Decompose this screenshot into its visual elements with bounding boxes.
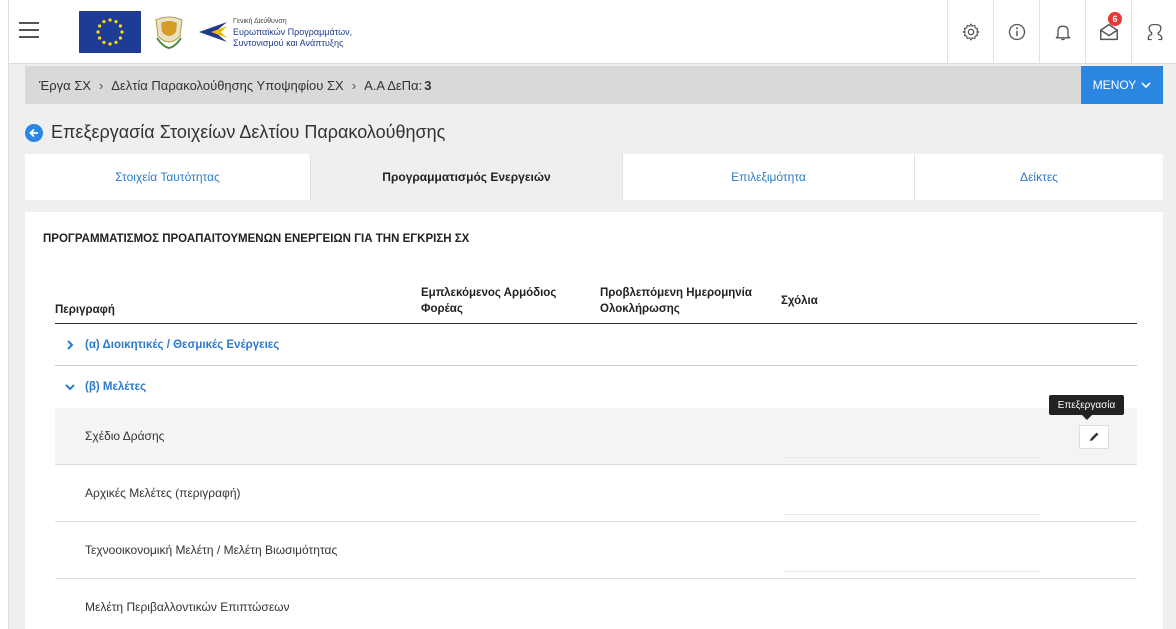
top-bar: Γενική Διεύθυνση Ευρωπαϊκών Προγραμμάτων… (9, 0, 1176, 64)
app-window: Γενική Διεύθυνση Ευρωπαϊκών Προγραμμάτων… (8, 0, 1176, 629)
comment-field[interactable] (783, 514, 1041, 515)
settings-button[interactable] (947, 0, 993, 64)
logo-line-1: Γενική Διεύθυνση (233, 17, 287, 25)
header-date-line1: Προβλεπόμενη Ημερομηνία (600, 287, 752, 299)
row-label: Τεχνοοικονομική Μελέτη / Μελέτη Βιωσιμότ… (85, 543, 338, 557)
row-label: Σχέδιο Δράσης (85, 429, 165, 443)
back-button[interactable] (25, 123, 43, 142)
page-title-text: Επεξεργασία Στοιχείων Δελτίου Παρακολούθ… (51, 122, 446, 142)
row-label: Αρχικές Μελέτες (περιγραφή) (85, 486, 241, 500)
group-row-studies[interactable]: (β) Μελέτες (55, 366, 1137, 408)
row-label: Μελέτη Περιβαλλοντικών Επιπτώσεων (85, 600, 290, 614)
comment-field[interactable] (783, 457, 1041, 458)
user-icon (1147, 23, 1162, 41)
tab-indicators[interactable]: Δείκτες (915, 154, 1163, 200)
breadcrumb-item-reports[interactable]: Δελτία Παρακολούθησης Υποψηφίου ΣΧ (111, 78, 343, 93)
table-row: Σχέδιο Δράσης (55, 408, 1137, 465)
chevron-right-icon: › (98, 77, 104, 93)
content-card: ΠΡΟΓΡΑΜΜΑΤΙΣΜΟΣ ΠΡΟΑΠΑΙΤΟΥΜΕΝΩΝ ΕΝΕΡΓΕΙΩ… (25, 212, 1163, 629)
logo-line-2: Ευρωπαϊκών Προγραμμάτων, (233, 26, 353, 37)
menu-button-label: ΜΕΝΟΥ (1092, 78, 1137, 92)
edit-tooltip: Επεξεργασία (1049, 395, 1124, 420)
edit-button[interactable] (1079, 425, 1109, 449)
menu-icon[interactable] (19, 22, 39, 40)
chevron-right-icon: › (351, 77, 357, 93)
bell-icon (1055, 25, 1070, 41)
cyprus-emblem-logo (153, 14, 185, 50)
tab-actions-planning[interactable]: Προγραμματισμός Ενεργειών (311, 154, 623, 200)
header-agency-line2: Φορέας (421, 303, 463, 315)
table-row: Αρχικές Μελέτες (περιγραφή) (55, 465, 1137, 522)
group-label: (β) Μελέτες (85, 381, 147, 393)
info-button[interactable] (993, 0, 1039, 64)
chevron-down-icon (65, 384, 75, 391)
header-date-line2: Ολοκλήρωσης (600, 303, 680, 315)
directorate-arrow-icon (199, 22, 227, 42)
tabs: Στοιχεία Ταυτότητας Προγραμματισμός Ενερ… (25, 154, 1163, 200)
tab-eligibility[interactable]: Επιλεξιμότητα (623, 154, 915, 200)
notifications-button[interactable] (1039, 0, 1085, 64)
table-header: Περιγραφή Εμπλεκόμενος Αρμόδιος Φορέας Π… (55, 280, 1137, 324)
user-button[interactable] (1131, 0, 1176, 64)
table-row: Τεχνοοικονομική Μελέτη / Μελέτη Βιωσιμότ… (55, 522, 1137, 579)
arrow-left-icon (29, 128, 38, 137)
logos: Γενική Διεύθυνση Ευρωπαϊκών Προγραμμάτων… (79, 6, 379, 58)
page-title: Επεξεργασία Στοιχείων Δελτίου Παρακολούθ… (25, 122, 445, 143)
messages-button[interactable]: 6 (1085, 0, 1131, 64)
comment-field[interactable] (783, 571, 1041, 572)
section-title: ΠΡΟΓΡΑΜΜΑΤΙΣΜΟΣ ΠΡΟΑΠΑΙΤΟΥΜΕΝΩΝ ΕΝΕΡΓΕΙΩ… (43, 233, 470, 245)
group-row-administrative[interactable]: (α) Διοικητικές / Θεσμικές Ενέργειες (55, 324, 1137, 366)
chevron-down-icon (1141, 82, 1151, 89)
pencil-icon (1090, 432, 1099, 441)
info-icon (1008, 23, 1025, 41)
breadcrumb-item-projects[interactable]: Έργα ΣΧ (39, 78, 91, 93)
header-comments: Σχόλια (781, 295, 818, 307)
header-agency-line1: Εμπλεκόμενος Αρμόδιος (421, 287, 557, 299)
eu-flag-logo (79, 11, 141, 53)
table-row: Μελέτη Περιβαλλοντικών Επιπτώσεων (55, 579, 1137, 629)
tab-identity[interactable]: Στοιχεία Ταυτότητας (25, 154, 311, 200)
notification-badge: 6 (1108, 12, 1122, 26)
settings-icon (962, 23, 979, 41)
breadcrumb-item-current-value: 3 (424, 77, 432, 93)
top-icons: 6 (947, 0, 1176, 64)
logo-line-3: Συντονισμού και Ανάπτυξης (233, 37, 344, 48)
directorate-logo: Γενική Διεύθυνση Ευρωπαϊκών Προγραμμάτων… (197, 16, 352, 49)
breadcrumb: Έργα ΣΧ › Δελτία Παρακολούθησης Υποψηφίο… (25, 66, 1163, 104)
header-description: Περιγραφή (55, 304, 115, 316)
chevron-right-icon (67, 339, 74, 350)
group-label: (α) Διοικητικές / Θεσμικές Ενέργειες (85, 338, 280, 351)
breadcrumb-item-current-label: Α.Α ΔεΠα: (364, 77, 423, 93)
menu-button[interactable]: ΜΕΝΟΥ (1081, 66, 1163, 104)
